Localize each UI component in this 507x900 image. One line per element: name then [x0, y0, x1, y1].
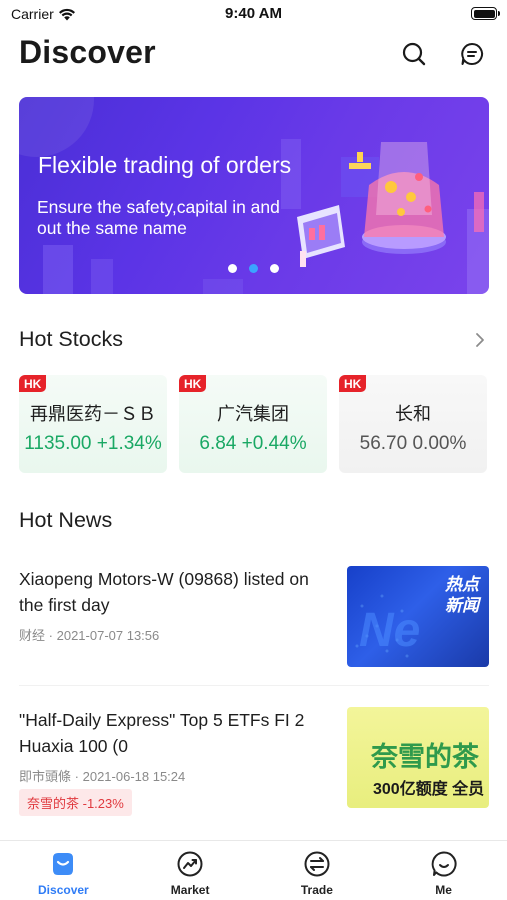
chevron-right-icon[interactable] [473, 331, 487, 349]
stock-price: 56.70 [359, 433, 408, 454]
news-thumbnail: 奈雪的茶 300亿额度 全员 [347, 707, 489, 808]
tab-discover[interactable]: Discover [0, 841, 127, 900]
stock-change: +1.34% [96, 433, 162, 454]
stock-name: 再鼎医药－ＳＢ [30, 404, 156, 424]
messages-button[interactable] [458, 40, 486, 68]
tab-label: Me [435, 883, 452, 897]
news-time: 2021-06-18 15:24 [82, 769, 186, 784]
stock-quote: 1135.00 +1.34% [19, 433, 167, 455]
message-icon [461, 42, 484, 65]
carousel-dots [228, 264, 279, 273]
trade-exchange-icon [302, 849, 332, 879]
tab-label: Market [170, 883, 210, 897]
carousel-dot[interactable] [228, 264, 237, 273]
news-title: Xiaopeng Motors-W (09868) listed on the … [19, 569, 309, 615]
hot-stocks-list: HK 再鼎医药－ＳＢ 1135.00 +1.34% HK 广汽集团 6.84 +… [19, 375, 507, 473]
thumb-text-news: 新闻 [445, 596, 479, 615]
meta-separator: · [48, 628, 53, 643]
promo-banner[interactable]: Flexible trading of orders Ensure the sa… [19, 97, 489, 294]
meta-separator: · [74, 769, 79, 784]
page-title: Discover [19, 34, 156, 70]
carousel-dot[interactable] [270, 264, 279, 273]
banner-title: Flexible trading of orders [38, 152, 292, 178]
carousel-dot-active[interactable] [249, 264, 258, 273]
market-badge: HK [339, 375, 367, 392]
market-trend-icon [175, 849, 205, 879]
tab-label: Discover [38, 883, 89, 897]
news-meta: 财经 · 2021-07-07 13:56 [19, 625, 159, 644]
stock-card[interactable]: HK 再鼎医药－ＳＢ 1135.00 +1.34% [19, 375, 167, 473]
market-badge: HK [179, 375, 207, 392]
stock-price: 6.84 [199, 433, 237, 454]
stock-name: 长和 [395, 404, 431, 424]
related-stock-tag[interactable]: 奈雪的茶 -1.23% [19, 789, 132, 816]
thumb-brand: 奈雪的茶 [371, 742, 479, 772]
banner-subtitle: Ensure the safety,capital in and out the… [37, 197, 280, 238]
hot-stocks-title: Hot Stocks [19, 327, 123, 351]
news-thumbnail-caption: 热点 新闻 [445, 574, 479, 616]
thumb-slogan: 300亿额度 全员 [373, 781, 485, 798]
tab-trade[interactable]: Trade [254, 841, 381, 900]
news-item[interactable]: Xiaopeng Motors-W (09868) listed on the … [19, 566, 489, 668]
search-icon [402, 42, 426, 66]
tab-bar: Discover Market Trade Me [0, 840, 507, 900]
discover-icon [48, 849, 78, 879]
battery-icon [471, 7, 500, 20]
news-thumbnail: Ne 热点 新闻 [347, 566, 489, 667]
status-bar: Carrier 9:40 AM [0, 0, 507, 28]
thumb-text-hot: 热点 [445, 575, 479, 594]
stock-quote: 56.70 0.00% [339, 433, 487, 455]
tab-label: Trade [300, 883, 333, 897]
stock-change: +0.44% [241, 433, 307, 454]
news-source: 即市頭條 [19, 769, 72, 784]
stock-card[interactable]: HK 广汽集团 6.84 +0.44% [179, 375, 327, 473]
stock-price: 1135.00 [24, 433, 92, 454]
tab-market[interactable]: Market [127, 841, 254, 900]
market-badge: HK [19, 375, 47, 392]
tab-me[interactable]: Me [380, 841, 507, 900]
svg-text:Ne: Ne [359, 604, 420, 657]
clock: 9:40 AM [225, 5, 282, 22]
stock-card[interactable]: HK 长和 56.70 0.00% [339, 375, 487, 473]
header: Discover [0, 30, 507, 78]
news-title: "Half-Daily Express" Top 5 ETFs FI 2 Hua… [19, 710, 305, 756]
stock-name: 广汽集团 [217, 404, 289, 424]
stock-change: 0.00% [412, 433, 467, 454]
news-item[interactable]: "Half-Daily Express" Top 5 ETFs FI 2 Hua… [19, 707, 489, 816]
hot-news-title: Hot News [19, 508, 113, 532]
stock-quote: 6.84 +0.44% [179, 433, 327, 455]
search-button[interactable] [400, 40, 428, 68]
news-time: 2021-07-07 13:56 [56, 628, 160, 643]
news-meta: 即市頭條 · 2021-06-18 15:24 [19, 766, 185, 785]
profile-smile-icon [429, 849, 459, 879]
divider [19, 685, 489, 686]
news-source: 财经 [19, 628, 46, 643]
